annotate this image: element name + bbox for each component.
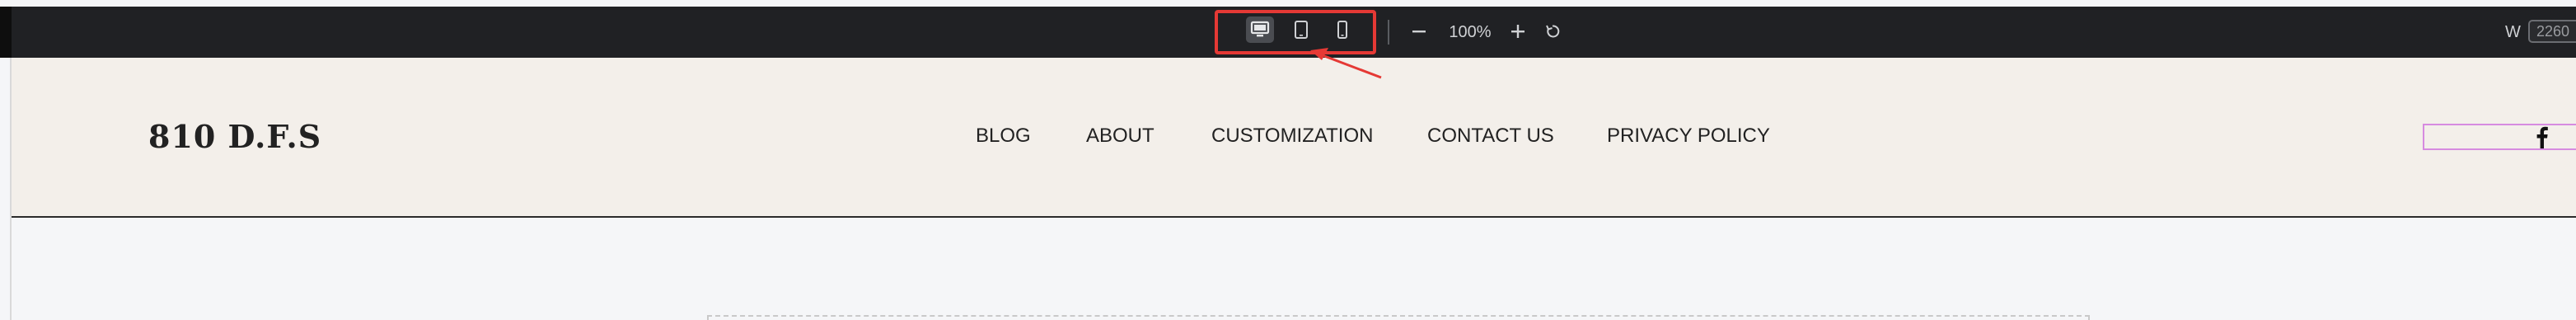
left-panel-edge: [0, 7, 12, 58]
tablet-view-button[interactable]: [1287, 16, 1315, 43]
desktop-icon: [1250, 21, 1270, 37]
toolbar-divider: [1388, 20, 1389, 45]
facebook-link[interactable]: [2530, 124, 2555, 150]
nav-item-about[interactable]: ABOUT: [1086, 124, 1155, 148]
width-label: W: [2505, 23, 2521, 41]
content-container-outline: [707, 315, 2090, 320]
nav-item-blog[interactable]: BLOG: [976, 124, 1031, 148]
mobile-view-button[interactable]: [1328, 16, 1356, 43]
zoom-in-button[interactable]: [1505, 18, 1531, 45]
desktop-view-button[interactable]: [1246, 16, 1274, 43]
minus-icon: [1412, 31, 1426, 33]
width-input[interactable]: 2260: [2528, 20, 2576, 43]
tablet-icon: [1295, 21, 1308, 39]
zoom-level: 100%: [1449, 23, 1492, 41]
zoom-out-button[interactable]: [1406, 18, 1432, 45]
nav-item-customization[interactable]: CUSTOMIZATION: [1211, 124, 1373, 148]
nav-item-privacy-policy[interactable]: PRIVACY POLICY: [1607, 124, 1770, 148]
plus-icon: [1511, 25, 1525, 38]
facebook-icon: [2536, 126, 2548, 148]
reset-icon: [1546, 25, 1560, 38]
editor-canvas: 100% W 2260 810 D.F.S BLOG ABOUT CUSTOMI…: [0, 0, 2576, 320]
nav-item-contact-us[interactable]: CONTACT US: [1427, 124, 1554, 148]
site-logo[interactable]: 810 D.F.S: [148, 119, 321, 155]
mobile-icon: [1337, 21, 1347, 39]
reset-zoom-button[interactable]: [1539, 18, 1566, 45]
